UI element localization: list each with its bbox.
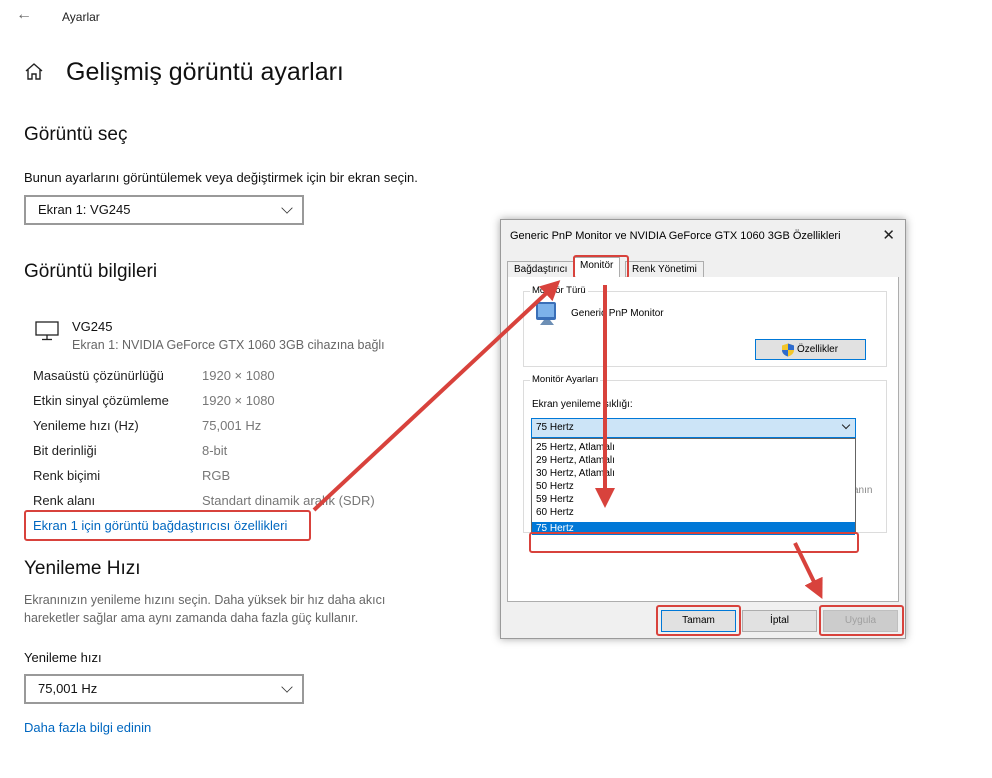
refresh-rate-select[interactable]: 75,001 Hz <box>24 674 304 704</box>
apply-button-highlight <box>819 605 904 636</box>
back-arrow-icon[interactable]: ← <box>16 6 32 24</box>
adapter-properties-link[interactable]: Ekran 1 için görüntü bağdaştırıcısı özel… <box>33 518 287 533</box>
cancel-button[interactable]: İptal <box>742 610 817 632</box>
dropdown-option[interactable]: 60 Hertz <box>532 506 855 519</box>
properties-button-label: Özellikler <box>796 344 839 355</box>
selected-option-highlight <box>529 532 859 553</box>
refresh-heading: Yenileme Hızı <box>24 558 141 579</box>
info-value: 1920 × 1080 <box>202 368 275 383</box>
info-value: 75,001 Hz <box>202 418 262 433</box>
info-label: Bit derinliği <box>33 443 97 458</box>
refresh-frequency-dropdown: 25 Hertz, Atlamalı 29 Hertz, Atlamalı 30… <box>531 438 856 535</box>
tab-color-management[interactable]: Renk Yönetimi <box>625 261 704 278</box>
display-select-value: Ekran 1: VG245 <box>38 202 131 217</box>
dropdown-option[interactable]: 50 Hertz <box>532 480 855 493</box>
dropdown-option[interactable]: 59 Hertz <box>532 493 855 506</box>
chevron-down-icon <box>281 681 293 693</box>
monitor-subtitle: Ekran 1: NVIDIA GeForce GTX 1060 3GB cih… <box>72 338 385 352</box>
select-display-heading: Görüntü seç <box>24 124 128 145</box>
dialog-title: Generic PnP Monitor ve NVIDIA GeForce GT… <box>510 230 841 242</box>
info-label: Renk biçimi <box>33 468 101 483</box>
refresh-frequency-label: Ekran yenileme sıklığı: <box>532 399 633 410</box>
home-icon[interactable] <box>24 62 44 82</box>
info-label: Masaüstü çözünürlüğü <box>33 368 164 383</box>
app-title: Ayarlar <box>62 10 100 24</box>
properties-button[interactable]: Özellikler <box>755 339 866 360</box>
monitor-device-icon <box>536 302 556 325</box>
monitor-tab-panel: Monitör Türü Generic PnP Monitor Özellik… <box>507 277 899 602</box>
shield-icon <box>782 343 794 357</box>
chevron-down-icon <box>841 420 851 430</box>
tab-adapter[interactable]: Bağdaştırıcı <box>507 261 575 278</box>
monitor-tab-highlight <box>573 255 629 279</box>
info-label: Etkin sinyal çözümleme <box>33 393 169 408</box>
refresh-frequency-value: 75 Hertz <box>536 422 574 433</box>
refresh-description-2: hareketler sağlar ama aynı zamanda daha … <box>24 611 359 625</box>
info-value: 1920 × 1080 <box>202 393 275 408</box>
close-icon[interactable]: ✕ <box>882 226 895 244</box>
refresh-frequency-combo[interactable]: 75 Hertz <box>531 418 856 438</box>
monitor-type-label: Monitör Türü <box>530 285 588 296</box>
chevron-down-icon <box>281 202 293 214</box>
refresh-rate-label: Yenileme hızı <box>24 650 102 665</box>
ok-button-highlight <box>656 605 741 636</box>
info-value: 8-bit <box>202 443 228 458</box>
dropdown-option[interactable]: 30 Hertz, Atlamalı <box>532 467 855 480</box>
monitor-name: VG245 <box>72 319 113 334</box>
select-display-description: Bunun ayarlarını görüntülemek veya değiş… <box>24 170 418 185</box>
monitor-type-name: Generic PnP Monitor <box>571 308 664 319</box>
refresh-rate-value: 75,001 Hz <box>38 681 98 696</box>
monitor-settings-label: Monitör Ayarları <box>530 374 601 385</box>
monitor-properties-dialog: Generic PnP Monitor ve NVIDIA GeForce GT… <box>500 219 906 639</box>
display-select[interactable]: Ekran 1: VG245 <box>24 195 304 225</box>
dropdown-option[interactable]: 25 Hertz, Atlamalı <box>532 441 855 454</box>
info-value: Standart dinamik aralık (SDR) <box>202 493 375 508</box>
info-label: Renk alanı <box>33 493 96 508</box>
refresh-description-1: Ekranınızın yenileme hızını seçin. Daha … <box>24 593 386 607</box>
display-info-heading: Görüntü bilgileri <box>24 261 158 282</box>
monitor-icon <box>35 321 59 341</box>
more-info-link[interactable]: Daha fazla bilgi edinin <box>24 720 151 735</box>
page-title: Gelişmiş görüntü ayarları <box>66 58 344 86</box>
info-label: Yenileme hızı (Hz) <box>33 418 139 433</box>
info-value: RGB <box>202 468 231 483</box>
dropdown-option[interactable]: 29 Hertz, Atlamalı <box>532 454 855 467</box>
